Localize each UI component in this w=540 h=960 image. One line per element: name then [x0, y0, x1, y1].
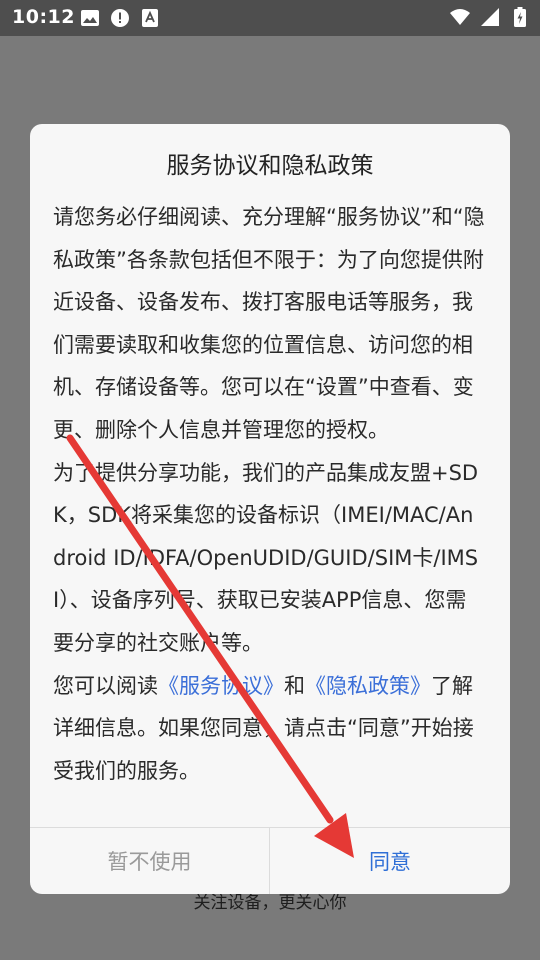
alert-icon [110, 8, 130, 28]
dialog-title: 服务协议和隐私政策 [166, 153, 374, 179]
status-bar: 10:12 [0, 0, 540, 36]
consent-and: 和 [284, 673, 305, 698]
status-time: 10:12 [12, 6, 75, 28]
privacy-link[interactable]: 《隐私政策》 [305, 674, 431, 698]
text-badge-icon [140, 8, 160, 28]
agree-button[interactable]: 同意 [270, 828, 510, 894]
privacy-dialog: 服务协议和隐私政策 请您务必仔细阅读、充分理解“服务协议”和“隐私政策”各条款包… [30, 124, 510, 894]
paragraph-permissions: 请您务必仔细阅读、充分理解“服务协议”和“隐私政策”各条款包括但不限于：为了向您… [53, 205, 485, 442]
terms-link[interactable]: 《服务协议》 [158, 674, 284, 698]
consent-prefix: 您可以阅读 [53, 673, 158, 698]
signal-icon [480, 7, 500, 27]
wifi-icon [450, 7, 470, 27]
battery-charging-icon [510, 7, 530, 27]
image-icon [80, 8, 100, 28]
paragraph-sdk: 为了提供分享功能，我们的产品集成友盟+SDK，SDK将采集您的设备标识（IMEI… [53, 460, 479, 655]
decline-button[interactable]: 暂不使用 [30, 828, 269, 894]
dialog-body: 请您务必仔细阅读、充分理解“服务协议”和“隐私政策”各条款包括但不限于：为了向您… [53, 196, 485, 792]
paragraph-consent: 您可以阅读《服务协议》和《隐私政策》了解详细信息。如果您同意，请点击“同意”开始… [53, 665, 485, 793]
